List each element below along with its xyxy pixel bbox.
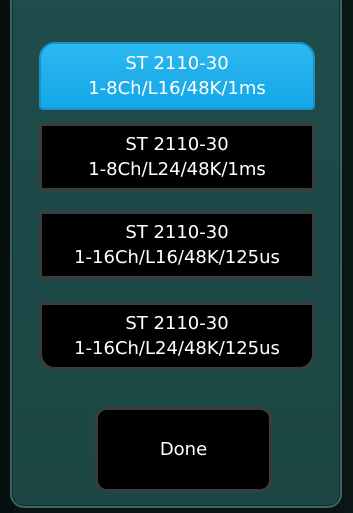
- option-format: 1-16Ch/L16/48K/125us: [74, 247, 280, 268]
- option-st2110-30-8ch-l16-1ms[interactable]: ST 2110-30 1-8Ch/L16/48K/1ms: [39, 42, 315, 110]
- option-format: 1-8Ch/L24/48K/1ms: [88, 159, 266, 180]
- option-title: ST 2110-30: [125, 313, 229, 334]
- option-format: 1-8Ch/L16/48K/1ms: [88, 78, 266, 99]
- done-label: Done: [159, 439, 208, 460]
- option-st2110-30-8ch-l24-1ms[interactable]: ST 2110-30 1-8Ch/L24/48K/1ms: [39, 123, 315, 191]
- background-right-edge: [344, 0, 353, 513]
- option-title: ST 2110-30: [125, 53, 229, 74]
- option-title: ST 2110-30: [125, 134, 229, 155]
- option-format: 1-16Ch/L24/48K/125us: [74, 338, 280, 359]
- option-st2110-30-16ch-l16-125us[interactable]: ST 2110-30 1-16Ch/L16/48K/125us: [39, 211, 315, 279]
- option-title: ST 2110-30: [125, 222, 229, 243]
- option-st2110-30-16ch-l24-125us[interactable]: ST 2110-30 1-16Ch/L24/48K/125us: [39, 302, 315, 370]
- done-button[interactable]: Done: [95, 407, 272, 492]
